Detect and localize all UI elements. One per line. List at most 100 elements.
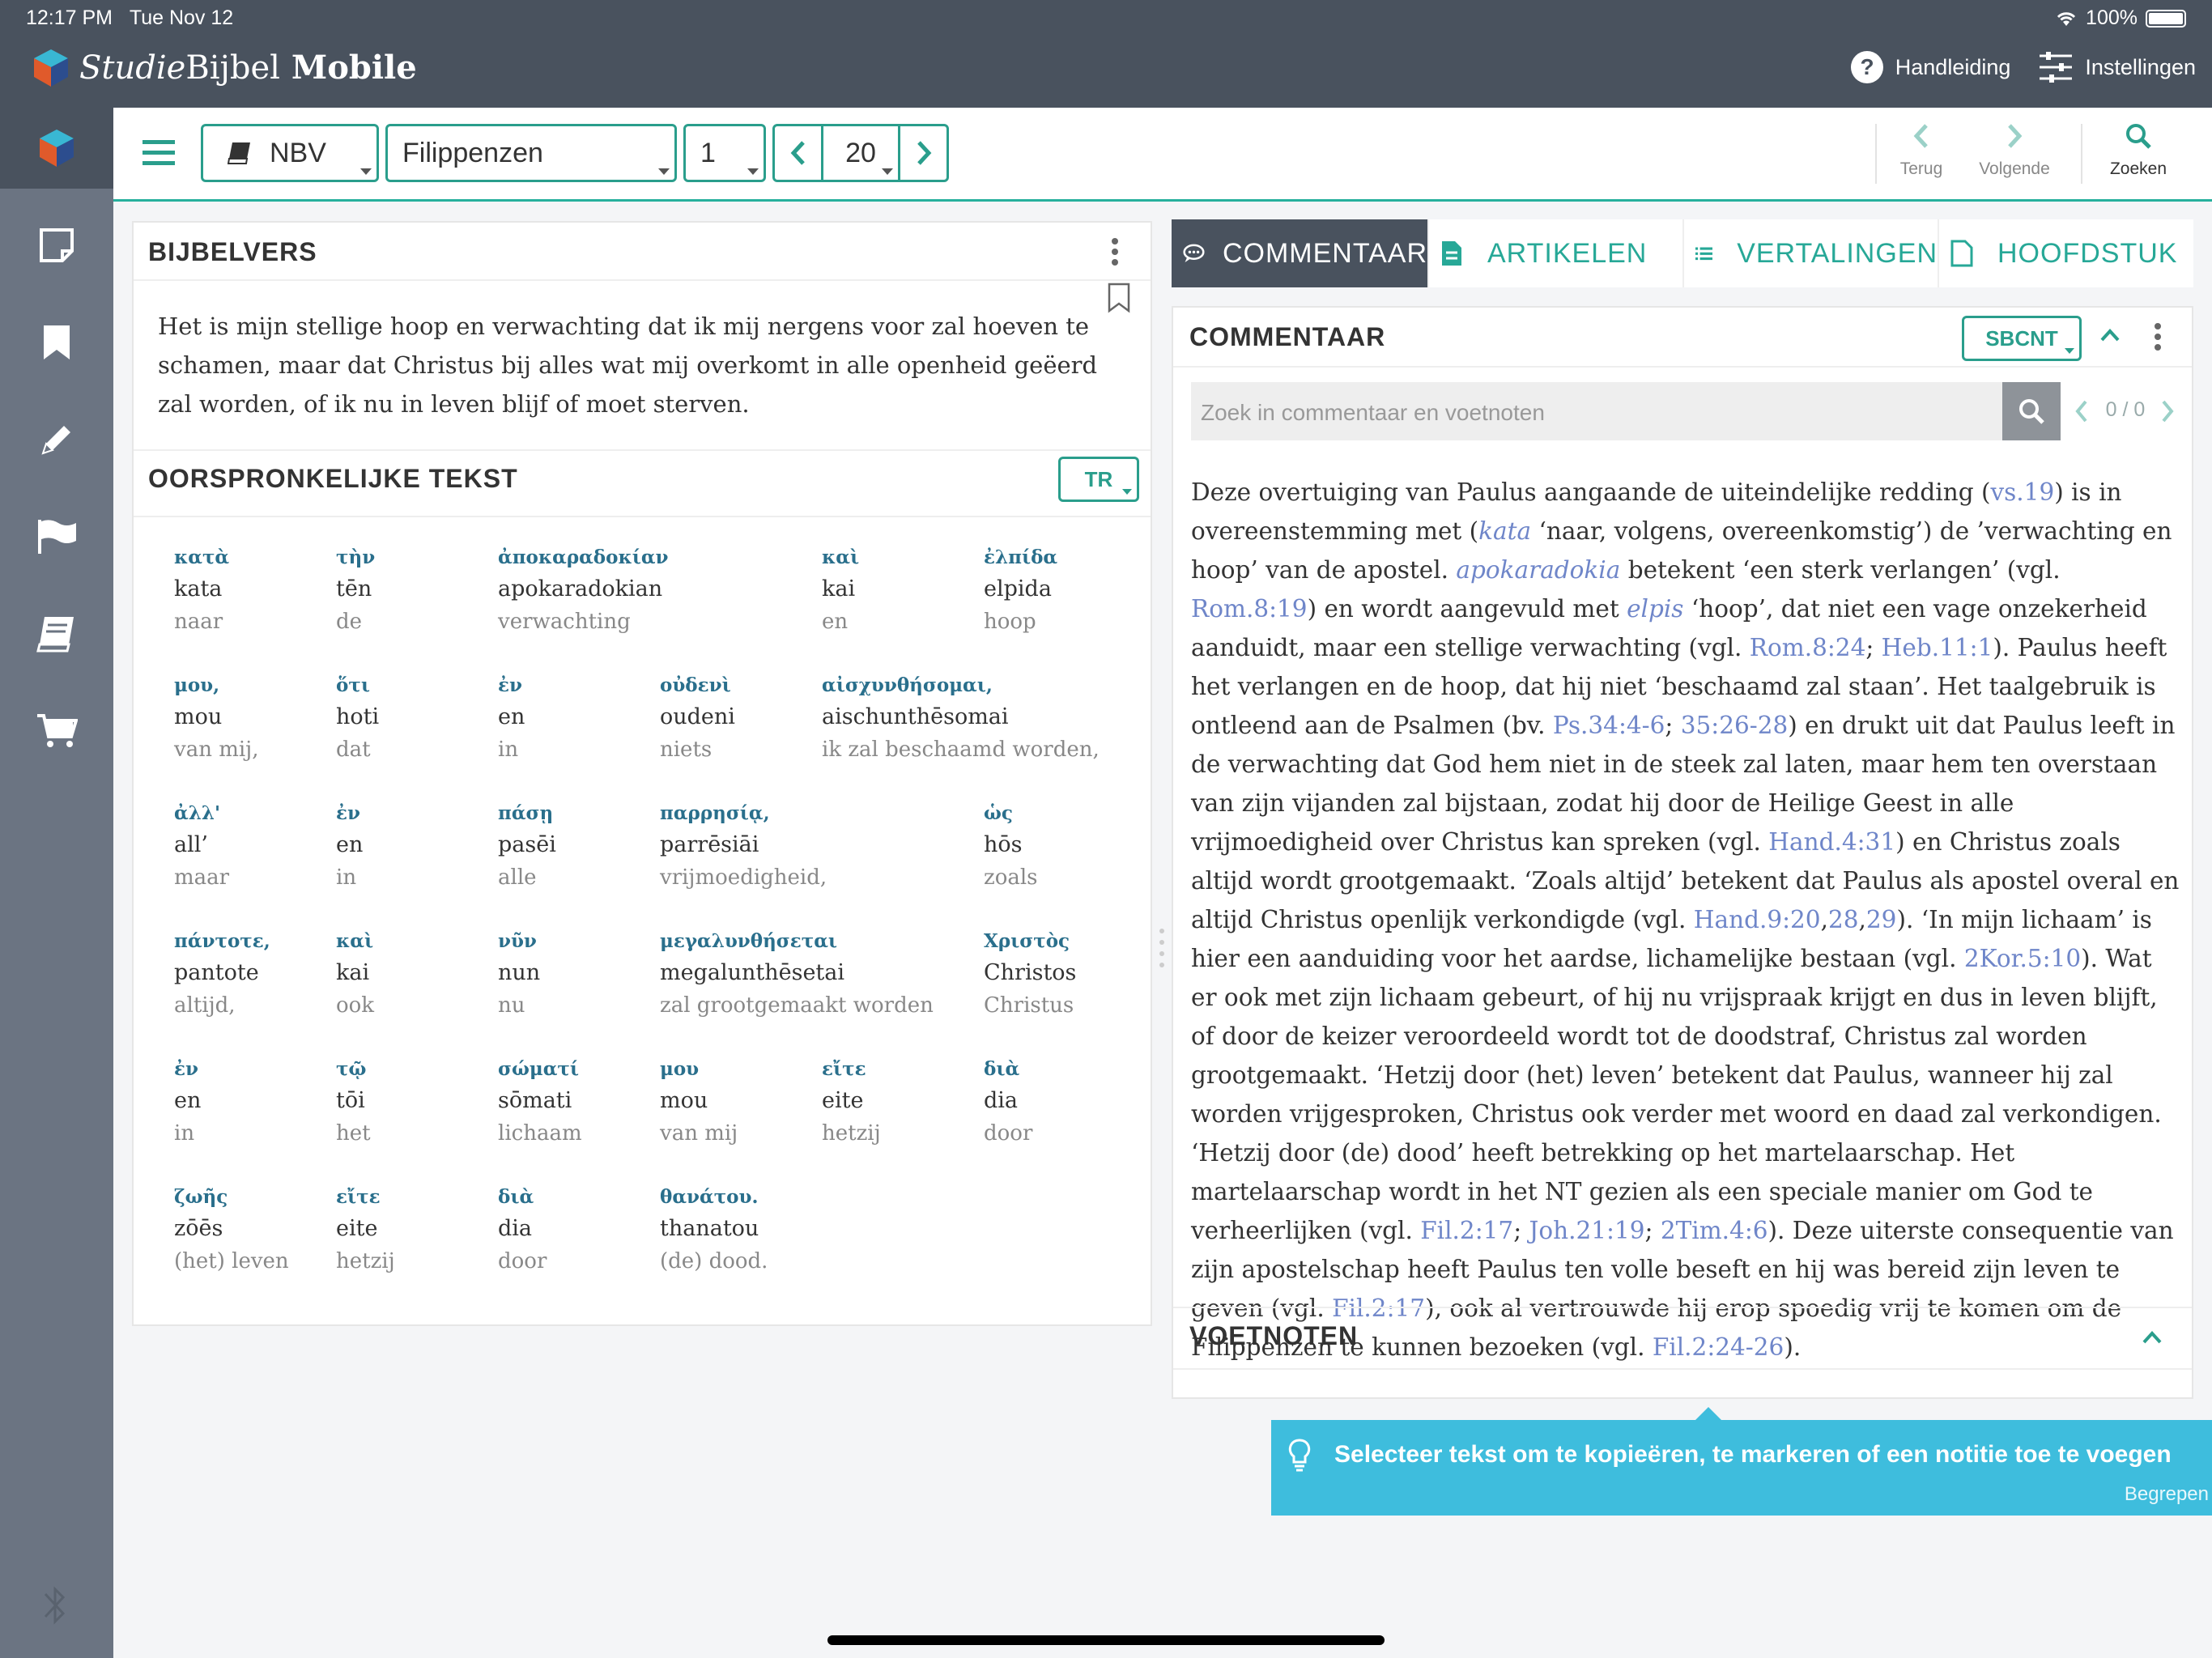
interlinear-word[interactable]: ἐλπίδα elpida hoop (984, 546, 1057, 634)
scripture-reference-link[interactable]: Rom.8:19 (1191, 595, 1308, 623)
interlinear-word[interactable]: ὅτι hoti dat (336, 674, 379, 762)
sidebar-item-flags[interactable] (0, 488, 113, 585)
greek-word: ἐν (336, 802, 360, 824)
interlinear-word[interactable]: μεγαλυνθήσεται megalunthēsetai zal grootge… (660, 930, 934, 1018)
scripture-reference-link[interactable]: Hand.9:20 (1694, 906, 1821, 933)
scripture-reference-link[interactable]: Rom.8:24 (1750, 634, 1866, 661)
interlinear-word[interactable]: τὴν tēn de (336, 546, 375, 634)
commentary-search-button[interactable] (2002, 382, 2061, 440)
tab-commentaar[interactable]: COMMENTAAR (1172, 219, 1429, 287)
sidebar-item-bookmarks[interactable] (0, 294, 113, 391)
scripture-reference-link[interactable]: Fil.2:17 (1332, 1295, 1425, 1322)
interlinear-word[interactable]: διὰ dia door (984, 1058, 1032, 1146)
scripture-reference-link[interactable]: Ps.34:4-6 (1553, 712, 1665, 739)
greek-term-link[interactable]: kata (1478, 517, 1531, 545)
previous-verse-button[interactable] (775, 126, 823, 180)
transliteration: pantote (174, 960, 259, 985)
translation-select[interactable]: NBV (201, 124, 379, 182)
note-icon (40, 228, 74, 262)
interlinear-word[interactable]: πάντοτε, pantote altijd, (174, 930, 270, 1018)
scripture-reference-link[interactable]: Fil.2:17 (1420, 1217, 1513, 1244)
interlinear-word[interactable]: θανάτου. thanatou (de) dood. (660, 1186, 768, 1273)
interlinear-word[interactable]: ἐν en in (498, 674, 525, 762)
tab-label: VERTALINGEN (1737, 237, 1938, 269)
interlinear-word[interactable]: παρρησίᾳ, parrēsiāi vrijmoedigheid, (660, 802, 827, 890)
commentary-text-segment: ; (1665, 712, 1681, 739)
scripture-reference-link[interactable]: 2Kor.5:10 (1964, 945, 2081, 972)
menu-button[interactable] (143, 138, 175, 168)
interlinear-word[interactable]: διὰ dia door (498, 1186, 547, 1273)
verse-select[interactable]: 20 (823, 126, 898, 180)
tab-vertalingen[interactable]: VERTALINGEN (1684, 219, 1939, 287)
next-verse-button[interactable] (898, 126, 946, 180)
scripture-reference-link[interactable]: Hand.4:31 (1768, 828, 1895, 856)
sidebar-item-notes[interactable] (0, 197, 113, 294)
greek-word: μεγαλυνθήσεται (660, 930, 838, 952)
translation-gloss: hetzij (336, 1249, 395, 1273)
scripture-reference-link[interactable]: Fil.2:24-26 (1653, 1333, 1784, 1361)
transliteration: kai (336, 960, 370, 985)
interlinear-word[interactable]: αἰσχυνθήσομαι, aischunthēsomai ik zal besc… (822, 674, 1100, 762)
interlinear-word[interactable]: ἀλλ' all’ maar (174, 802, 229, 890)
commentary-search-input[interactable]: Zoek in commentaar en voetnoten (1191, 382, 2004, 440)
sidebar-item-home[interactable] (0, 108, 113, 189)
commentary-source-select[interactable]: SBCNT (1962, 316, 2082, 361)
greek-word: καὶ (822, 546, 860, 568)
chapter-select[interactable]: 1 (683, 124, 766, 182)
panel-menu-button[interactable] (1110, 237, 1120, 266)
tab-hoofdstuk[interactable]: HOOFDSTUK (1939, 219, 2193, 287)
original-source-select[interactable]: TR (1058, 457, 1139, 502)
scripture-reference-link[interactable]: 2Tim.4:6 (1661, 1217, 1768, 1244)
interlinear-word[interactable]: πάσῃ pasēi alle (498, 802, 556, 890)
sidebar-item-shop[interactable] (0, 682, 113, 780)
collapse-commentary-button[interactable] (2099, 327, 2121, 343)
scripture-reference-link[interactable]: Heb.11:1 (1882, 634, 1993, 661)
scripture-reference-link[interactable]: 29 (1866, 906, 1897, 933)
interlinear-word[interactable]: μου, mou van mij, (174, 674, 259, 762)
sidebar-item-library[interactable] (0, 585, 113, 682)
interlinear-word[interactable]: καὶ kai en (822, 546, 859, 634)
verse-text[interactable]: Het is mijn stellige hoop en verwachting… (158, 307, 1129, 423)
interlinear-word[interactable]: εἴτε eite hetzij (822, 1058, 881, 1146)
interlinear-word[interactable]: κατὰ kata naar (174, 546, 229, 634)
scripture-reference-link[interactable]: 28 (1828, 906, 1859, 933)
translation-gloss: in (498, 738, 519, 762)
interlinear-word[interactable]: σώματί sōmati lichaam (498, 1058, 582, 1146)
split-handle[interactable] (1158, 923, 1166, 971)
interlinear-word[interactable]: καὶ kai ook (336, 930, 374, 1018)
toast-dismiss-button[interactable]: Begrepen (2125, 1483, 2209, 1506)
interlinear-word[interactable]: μου mou van mij (660, 1058, 738, 1146)
interlinear-word[interactable]: νῦν nun nu (498, 930, 540, 1018)
interlinear-word[interactable]: ἀποκαραδοκίαν apokaradokian verwachting (498, 546, 669, 634)
book-icon (36, 617, 74, 653)
sidebar-item-highlights[interactable] (0, 391, 113, 488)
tab-artikelen[interactable]: ARTIKELEN (1429, 219, 1684, 287)
interlinear-word[interactable]: εἴτε eite hetzij (336, 1186, 395, 1273)
scripture-reference-link[interactable]: Joh.21:19 (1529, 1217, 1645, 1244)
interlinear-word[interactable]: ζωῆς zōēs (het) leven (174, 1186, 289, 1273)
greek-word: τῷ (336, 1058, 367, 1080)
next-button[interactable]: Volgende (1972, 122, 2057, 179)
transliteration: eite (822, 1088, 864, 1113)
back-button[interactable]: Terug (1895, 122, 1948, 179)
scripture-reference-link[interactable]: 35:26-28 (1681, 712, 1789, 739)
greek-term-link[interactable]: apokaradokia (1456, 556, 1620, 584)
book-select[interactable]: Filippenzen (385, 124, 677, 182)
interlinear-word[interactable]: ἐν en in (336, 802, 363, 890)
divider (1173, 1307, 2192, 1308)
interlinear-word[interactable]: τῷ tōi het (336, 1058, 371, 1146)
collapse-footnotes-button[interactable] (2142, 1329, 2163, 1346)
commentary-text[interactable]: Deze overtuiging van Paulus aangaande de… (1191, 473, 2184, 1367)
search-prev-button[interactable] (2074, 398, 2090, 424)
scripture-reference-link[interactable]: vs.19 (1991, 478, 2055, 506)
help-button[interactable]: ? Handleiding (1850, 50, 2010, 84)
interlinear-word[interactable]: οὐδενὶ oudeni niets (660, 674, 735, 762)
search-button[interactable]: Zoeken (2105, 122, 2172, 179)
search-next-button[interactable] (2159, 398, 2176, 424)
settings-button[interactable]: Instellingen (2038, 51, 2196, 83)
interlinear-word[interactable]: ὡς hōs zoals (984, 802, 1038, 890)
interlinear-word[interactable]: ἐν en in (174, 1058, 201, 1146)
commentary-menu-button[interactable] (2153, 322, 2163, 351)
interlinear-word[interactable]: Χριστὸς Christos Christus (984, 930, 1076, 1018)
greek-term-link[interactable]: elpis (1627, 595, 1683, 623)
